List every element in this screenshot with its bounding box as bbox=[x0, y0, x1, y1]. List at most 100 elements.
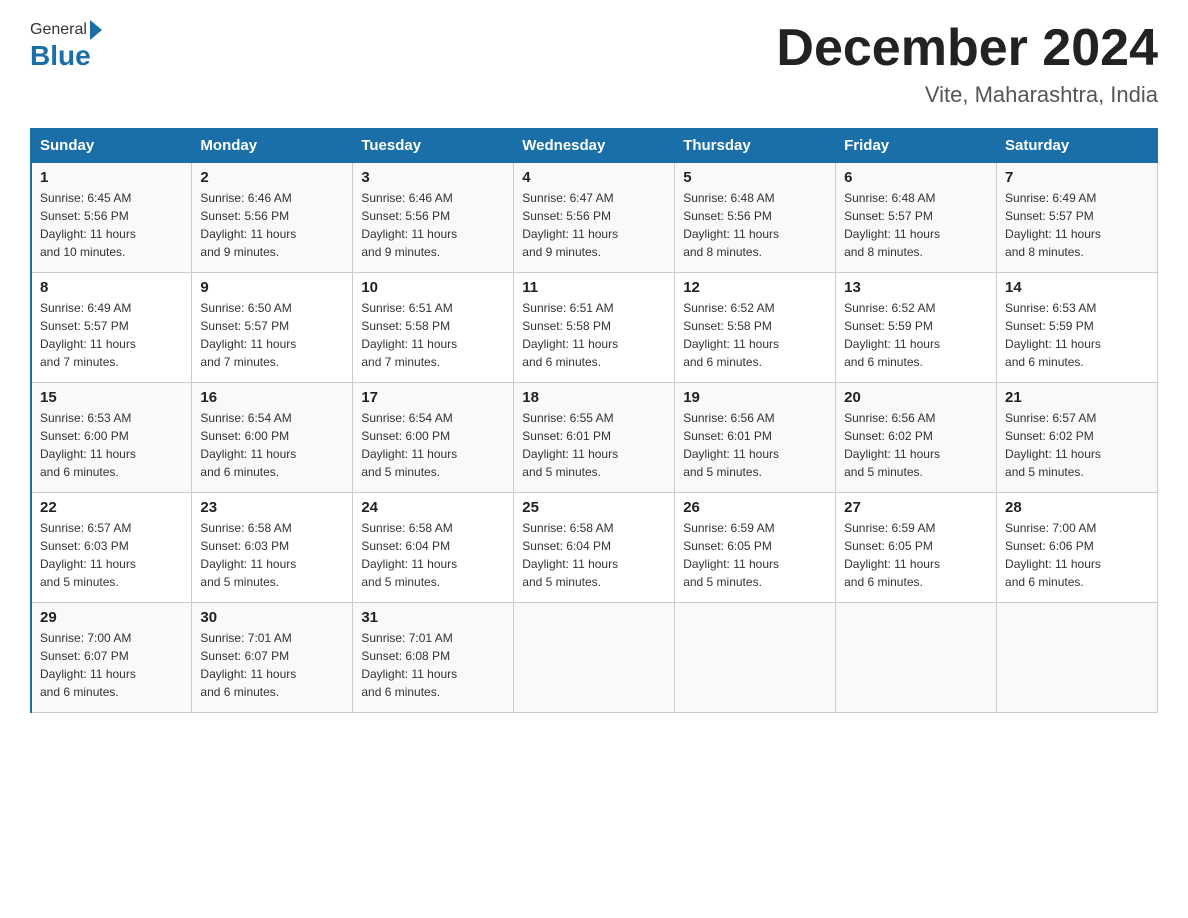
day-info: Sunrise: 6:58 AM Sunset: 6:03 PM Dayligh… bbox=[200, 519, 344, 591]
header-thursday: Thursday bbox=[675, 129, 836, 163]
logo-general-text: General bbox=[30, 21, 87, 39]
calendar-cell: 23 Sunrise: 6:58 AM Sunset: 6:03 PM Dayl… bbox=[192, 493, 353, 603]
calendar-cell: 28 Sunrise: 7:00 AM Sunset: 6:06 PM Dayl… bbox=[997, 493, 1158, 603]
calendar-cell: 30 Sunrise: 7:01 AM Sunset: 6:07 PM Dayl… bbox=[192, 603, 353, 713]
day-number: 14 bbox=[1005, 279, 1149, 296]
day-info: Sunrise: 6:58 AM Sunset: 6:04 PM Dayligh… bbox=[361, 519, 505, 591]
day-info: Sunrise: 6:52 AM Sunset: 5:59 PM Dayligh… bbox=[844, 299, 988, 371]
calendar-cell: 6 Sunrise: 6:48 AM Sunset: 5:57 PM Dayli… bbox=[836, 163, 997, 273]
day-info: Sunrise: 6:55 AM Sunset: 6:01 PM Dayligh… bbox=[522, 409, 666, 481]
day-number: 6 bbox=[844, 169, 988, 186]
day-number: 16 bbox=[200, 389, 344, 406]
day-info: Sunrise: 6:48 AM Sunset: 5:57 PM Dayligh… bbox=[844, 189, 988, 261]
day-info: Sunrise: 6:59 AM Sunset: 6:05 PM Dayligh… bbox=[844, 519, 988, 591]
day-number: 17 bbox=[361, 389, 505, 406]
day-info: Sunrise: 6:54 AM Sunset: 6:00 PM Dayligh… bbox=[361, 409, 505, 481]
page-header: General Blue December 2024 Vite, Maharas… bbox=[30, 20, 1158, 108]
day-number: 18 bbox=[522, 389, 666, 406]
calendar-cell: 31 Sunrise: 7:01 AM Sunset: 6:08 PM Dayl… bbox=[353, 603, 514, 713]
day-info: Sunrise: 6:49 AM Sunset: 5:57 PM Dayligh… bbox=[40, 299, 183, 371]
header-saturday: Saturday bbox=[997, 129, 1158, 163]
calendar-table: SundayMondayTuesdayWednesdayThursdayFrid… bbox=[30, 128, 1158, 713]
calendar-cell: 20 Sunrise: 6:56 AM Sunset: 6:02 PM Dayl… bbox=[836, 383, 997, 493]
day-info: Sunrise: 6:57 AM Sunset: 6:03 PM Dayligh… bbox=[40, 519, 183, 591]
day-number: 25 bbox=[522, 499, 666, 516]
day-number: 11 bbox=[522, 279, 666, 296]
calendar-cell bbox=[514, 603, 675, 713]
day-number: 7 bbox=[1005, 169, 1149, 186]
header-sunday: Sunday bbox=[31, 129, 192, 163]
day-number: 12 bbox=[683, 279, 827, 296]
day-number: 23 bbox=[200, 499, 344, 516]
calendar-cell: 11 Sunrise: 6:51 AM Sunset: 5:58 PM Dayl… bbox=[514, 273, 675, 383]
week-row-5: 29 Sunrise: 7:00 AM Sunset: 6:07 PM Dayl… bbox=[31, 603, 1158, 713]
calendar-cell: 19 Sunrise: 6:56 AM Sunset: 6:01 PM Dayl… bbox=[675, 383, 836, 493]
day-number: 30 bbox=[200, 609, 344, 626]
calendar-cell: 2 Sunrise: 6:46 AM Sunset: 5:56 PM Dayli… bbox=[192, 163, 353, 273]
day-info: Sunrise: 6:53 AM Sunset: 5:59 PM Dayligh… bbox=[1005, 299, 1149, 371]
day-number: 27 bbox=[844, 499, 988, 516]
day-info: Sunrise: 7:01 AM Sunset: 6:07 PM Dayligh… bbox=[200, 629, 344, 701]
day-info: Sunrise: 6:46 AM Sunset: 5:56 PM Dayligh… bbox=[200, 189, 344, 261]
calendar-header-row: SundayMondayTuesdayWednesdayThursdayFrid… bbox=[31, 129, 1158, 163]
day-info: Sunrise: 6:47 AM Sunset: 5:56 PM Dayligh… bbox=[522, 189, 666, 261]
day-number: 29 bbox=[40, 609, 183, 626]
week-row-2: 8 Sunrise: 6:49 AM Sunset: 5:57 PM Dayli… bbox=[31, 273, 1158, 383]
calendar-cell: 29 Sunrise: 7:00 AM Sunset: 6:07 PM Dayl… bbox=[31, 603, 192, 713]
calendar-cell: 13 Sunrise: 6:52 AM Sunset: 5:59 PM Dayl… bbox=[836, 273, 997, 383]
month-title: December 2024 bbox=[776, 20, 1158, 77]
calendar-cell: 18 Sunrise: 6:55 AM Sunset: 6:01 PM Dayl… bbox=[514, 383, 675, 493]
day-number: 19 bbox=[683, 389, 827, 406]
header-friday: Friday bbox=[836, 129, 997, 163]
calendar-cell bbox=[997, 603, 1158, 713]
day-number: 3 bbox=[361, 169, 505, 186]
logo: General Blue bbox=[30, 20, 102, 72]
day-info: Sunrise: 6:45 AM Sunset: 5:56 PM Dayligh… bbox=[40, 189, 183, 261]
day-number: 13 bbox=[844, 279, 988, 296]
calendar-cell: 17 Sunrise: 6:54 AM Sunset: 6:00 PM Dayl… bbox=[353, 383, 514, 493]
day-number: 21 bbox=[1005, 389, 1149, 406]
day-number: 1 bbox=[40, 169, 183, 186]
logo-blue-text: Blue bbox=[30, 40, 91, 72]
calendar-cell: 26 Sunrise: 6:59 AM Sunset: 6:05 PM Dayl… bbox=[675, 493, 836, 603]
week-row-3: 15 Sunrise: 6:53 AM Sunset: 6:00 PM Dayl… bbox=[31, 383, 1158, 493]
calendar-cell bbox=[675, 603, 836, 713]
location-title: Vite, Maharashtra, India bbox=[776, 82, 1158, 108]
calendar-cell: 24 Sunrise: 6:58 AM Sunset: 6:04 PM Dayl… bbox=[353, 493, 514, 603]
title-section: December 2024 Vite, Maharashtra, India bbox=[776, 20, 1158, 108]
day-number: 2 bbox=[200, 169, 344, 186]
day-info: Sunrise: 6:50 AM Sunset: 5:57 PM Dayligh… bbox=[200, 299, 344, 371]
calendar-cell: 15 Sunrise: 6:53 AM Sunset: 6:00 PM Dayl… bbox=[31, 383, 192, 493]
day-number: 31 bbox=[361, 609, 505, 626]
calendar-cell: 8 Sunrise: 6:49 AM Sunset: 5:57 PM Dayli… bbox=[31, 273, 192, 383]
header-wednesday: Wednesday bbox=[514, 129, 675, 163]
day-info: Sunrise: 6:48 AM Sunset: 5:56 PM Dayligh… bbox=[683, 189, 827, 261]
day-info: Sunrise: 6:53 AM Sunset: 6:00 PM Dayligh… bbox=[40, 409, 183, 481]
day-number: 8 bbox=[40, 279, 183, 296]
day-info: Sunrise: 6:56 AM Sunset: 6:02 PM Dayligh… bbox=[844, 409, 988, 481]
calendar-cell bbox=[836, 603, 997, 713]
day-number: 24 bbox=[361, 499, 505, 516]
week-row-4: 22 Sunrise: 6:57 AM Sunset: 6:03 PM Dayl… bbox=[31, 493, 1158, 603]
day-info: Sunrise: 6:56 AM Sunset: 6:01 PM Dayligh… bbox=[683, 409, 827, 481]
day-info: Sunrise: 7:00 AM Sunset: 6:06 PM Dayligh… bbox=[1005, 519, 1149, 591]
day-number: 10 bbox=[361, 279, 505, 296]
calendar-cell: 25 Sunrise: 6:58 AM Sunset: 6:04 PM Dayl… bbox=[514, 493, 675, 603]
day-info: Sunrise: 6:46 AM Sunset: 5:56 PM Dayligh… bbox=[361, 189, 505, 261]
day-info: Sunrise: 7:01 AM Sunset: 6:08 PM Dayligh… bbox=[361, 629, 505, 701]
logo-arrow-icon bbox=[90, 20, 102, 40]
calendar-cell: 27 Sunrise: 6:59 AM Sunset: 6:05 PM Dayl… bbox=[836, 493, 997, 603]
day-info: Sunrise: 7:00 AM Sunset: 6:07 PM Dayligh… bbox=[40, 629, 183, 701]
day-info: Sunrise: 6:57 AM Sunset: 6:02 PM Dayligh… bbox=[1005, 409, 1149, 481]
header-monday: Monday bbox=[192, 129, 353, 163]
day-number: 22 bbox=[40, 499, 183, 516]
day-number: 28 bbox=[1005, 499, 1149, 516]
day-number: 26 bbox=[683, 499, 827, 516]
header-tuesday: Tuesday bbox=[353, 129, 514, 163]
day-number: 5 bbox=[683, 169, 827, 186]
day-number: 9 bbox=[200, 279, 344, 296]
calendar-cell: 12 Sunrise: 6:52 AM Sunset: 5:58 PM Dayl… bbox=[675, 273, 836, 383]
calendar-cell: 9 Sunrise: 6:50 AM Sunset: 5:57 PM Dayli… bbox=[192, 273, 353, 383]
day-number: 20 bbox=[844, 389, 988, 406]
day-info: Sunrise: 6:54 AM Sunset: 6:00 PM Dayligh… bbox=[200, 409, 344, 481]
